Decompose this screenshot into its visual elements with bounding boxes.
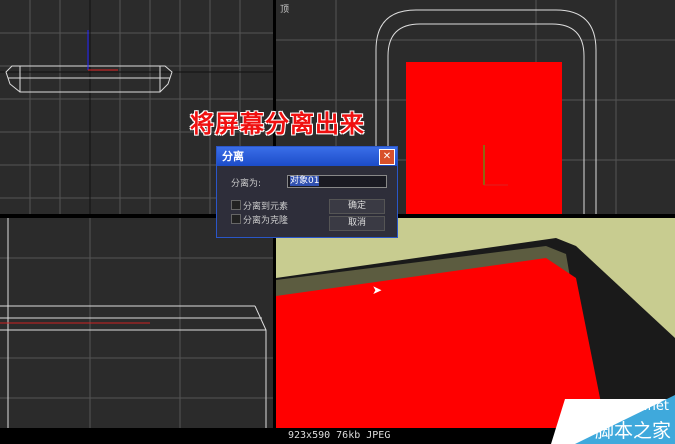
headline-annotation: 将屏幕分离出来 [190,110,365,138]
left-wireframe [0,218,273,428]
viewport-left[interactable] [0,218,273,428]
name-input[interactable]: 对象01 [287,175,387,188]
watermark-name: 脚本之家 [594,420,671,442]
detach-as-clone-label: 分离为克隆 [243,216,289,226]
detach-to-element-label: 分离到元素 [243,202,289,212]
cancel-button[interactable]: 取消 [329,216,385,231]
ok-button[interactable]: 确定 [329,199,385,214]
name-label: 分离为: [231,179,262,189]
detach-to-element-checkbox[interactable] [231,200,241,210]
name-value: 对象01 [290,176,320,186]
close-icon[interactable]: ✕ [379,149,395,165]
mouse-cursor-icon: ➤ [372,283,383,297]
watermark-url: jb51.net [615,399,669,414]
image-info: 923x590 76kb JPEG [288,430,391,441]
dialog-titlebar[interactable]: 分离 ✕ [217,147,397,166]
detach-dialog: 分离 ✕ 分离为: 对象01 分离到元素 分离为克隆 确定 取消 [216,146,398,238]
viewport-label: 顶 [280,5,290,15]
detach-as-clone-checkbox[interactable] [231,214,241,224]
dialog-title: 分离 [222,150,244,163]
